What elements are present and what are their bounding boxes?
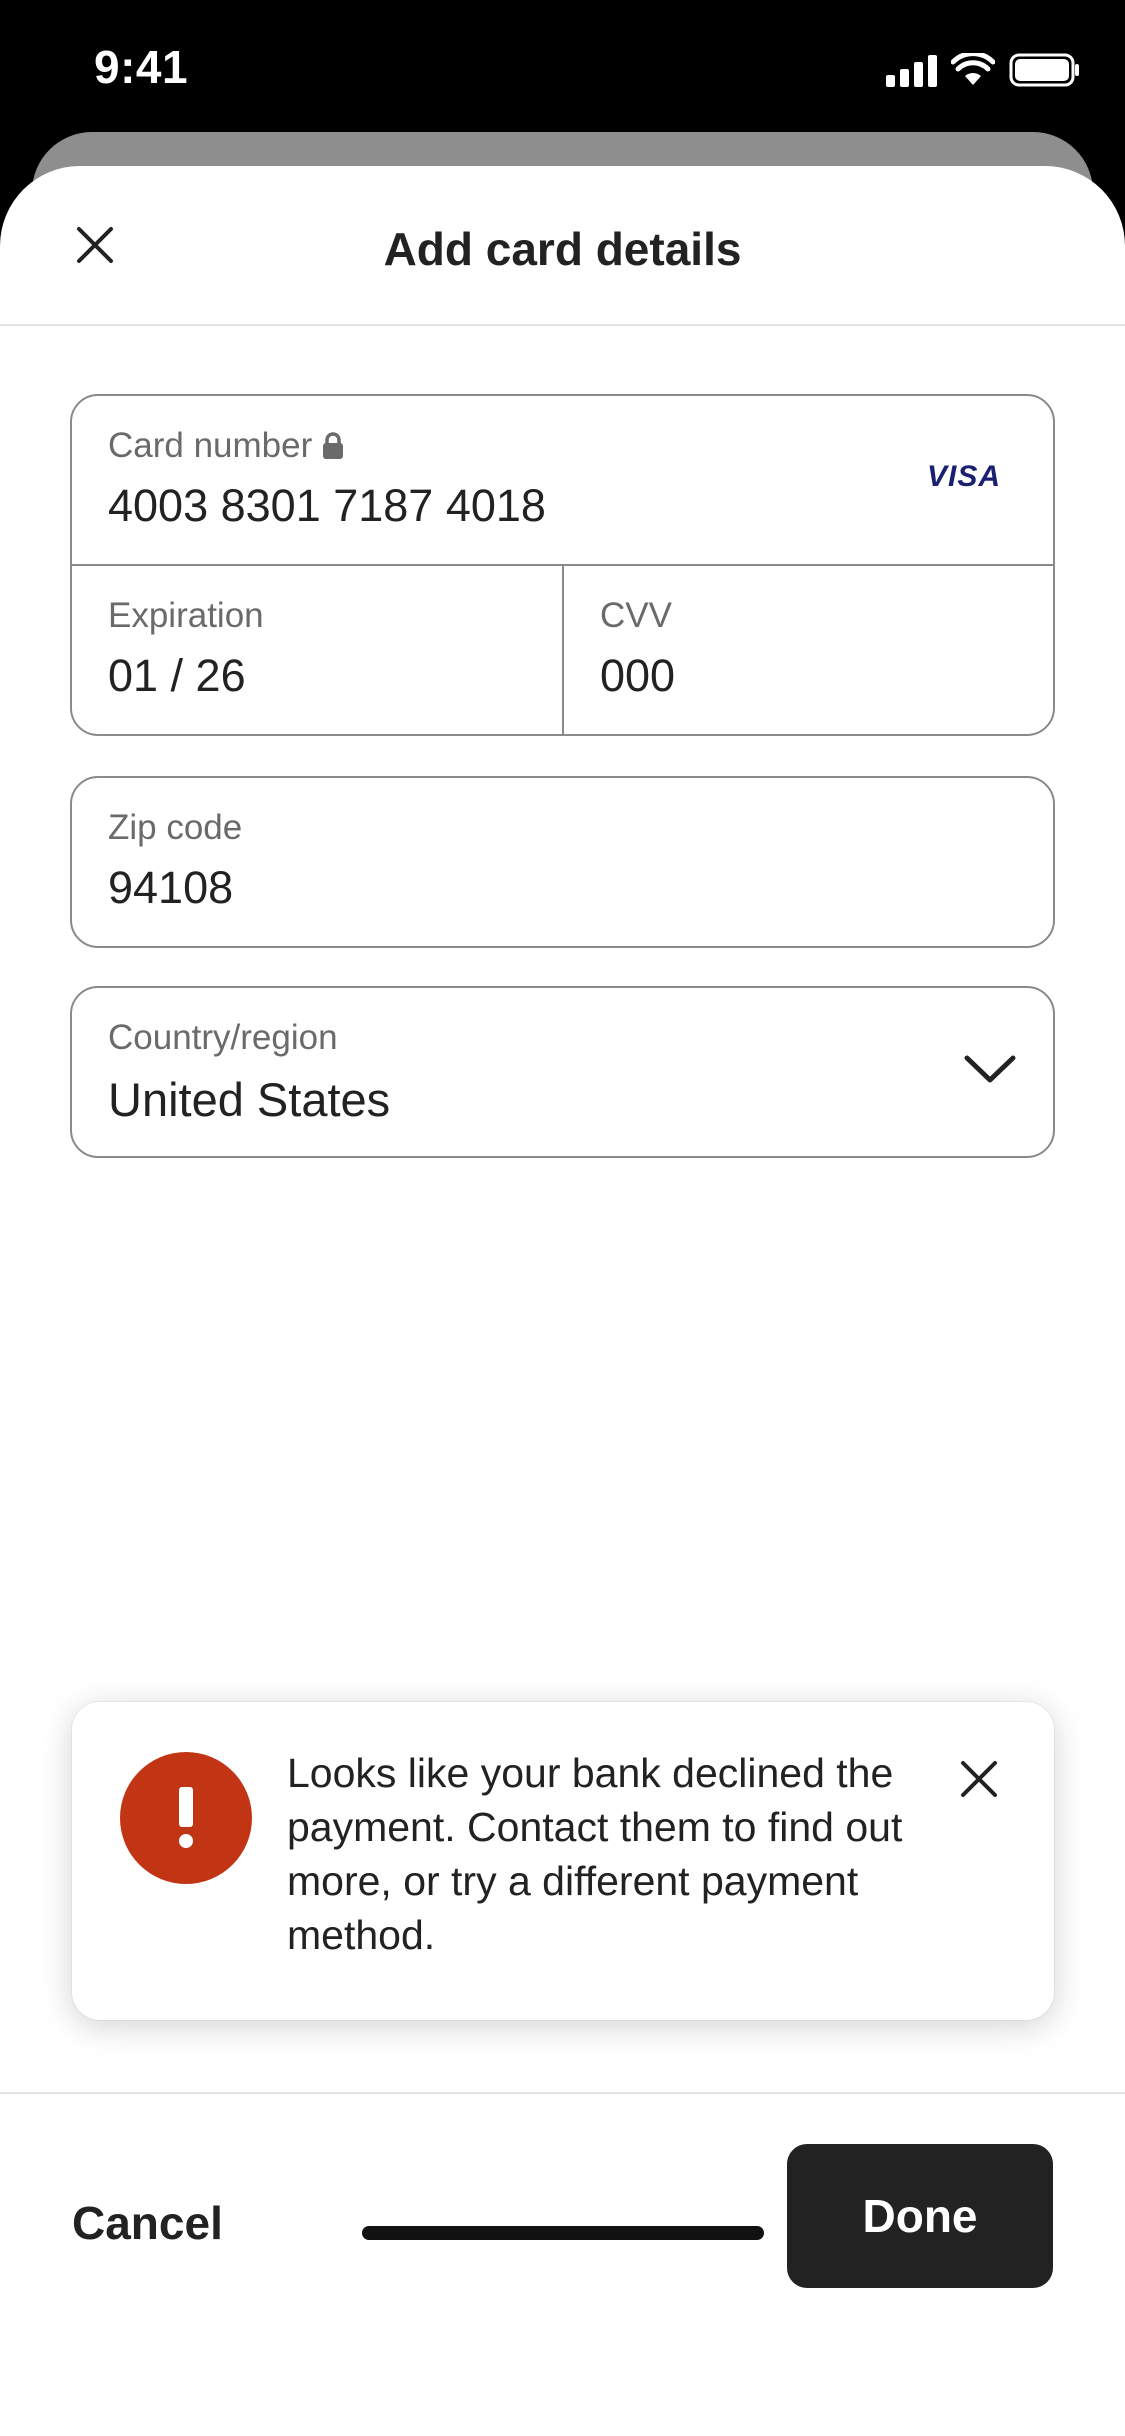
footer-actions: Cancel Done	[0, 2092, 1125, 2436]
screen: 9:41 Add card details Card number 4003 8…	[0, 0, 1125, 2436]
alert-icon	[120, 1752, 252, 1884]
card-number-field[interactable]: Card number 4003 8301 7187 4018 VISA	[72, 396, 1053, 566]
add-card-sheet: Add card details Card number 4003 8301 7…	[0, 166, 1125, 2436]
zip-code-field[interactable]: Zip code 94108	[70, 776, 1055, 948]
status-time: 9:41	[94, 41, 189, 93]
lock-icon	[323, 432, 344, 459]
status-bar: 9:41	[0, 0, 1125, 140]
done-button[interactable]: Done	[787, 2144, 1053, 2288]
status-icons	[886, 50, 1081, 90]
zip-code-label: Zip code	[108, 808, 243, 847]
toast-message: Looks like your bank declined the paymen…	[287, 1750, 903, 1958]
cellular-signal-icon	[886, 53, 937, 87]
card-number-label: Card number	[108, 426, 344, 466]
toast-close-button[interactable]	[944, 1744, 1014, 1814]
cvv-label: CVV	[600, 596, 672, 635]
card-details-group: Card number 4003 8301 7187 4018 VISA Exp…	[70, 394, 1055, 736]
expiration-label: Expiration	[108, 596, 264, 635]
cvv-field[interactable]: CVV 000	[564, 566, 1053, 734]
country-region-label: Country/region	[108, 1018, 338, 1057]
visa-logo: VISA	[926, 460, 1001, 493]
wifi-icon	[951, 53, 995, 87]
home-indicator	[362, 2226, 764, 2240]
card-number-label-text: Card number	[108, 426, 313, 465]
battery-icon	[1009, 52, 1081, 88]
country-region-select[interactable]: Country/region United States	[70, 986, 1055, 1158]
payment-declined-toast: Looks like your bank declined the paymen…	[72, 1702, 1054, 2020]
page-title: Add card details	[383, 223, 742, 275]
cvv-value: 000	[600, 650, 676, 701]
country-region-value: United States	[108, 1073, 391, 1126]
sheet-header: Add card details	[0, 166, 1125, 326]
expiration-value: 01 / 26	[108, 650, 246, 701]
chevron-down-icon	[964, 1055, 1016, 1083]
close-icon	[961, 1761, 997, 1797]
card-number-value: 4003 8301 7187 4018	[108, 480, 546, 531]
zip-code-value: 94108	[108, 862, 234, 913]
expiration-field[interactable]: Expiration 01 / 26	[72, 566, 564, 734]
cancel-button[interactable]: Cancel	[72, 2196, 223, 2250]
